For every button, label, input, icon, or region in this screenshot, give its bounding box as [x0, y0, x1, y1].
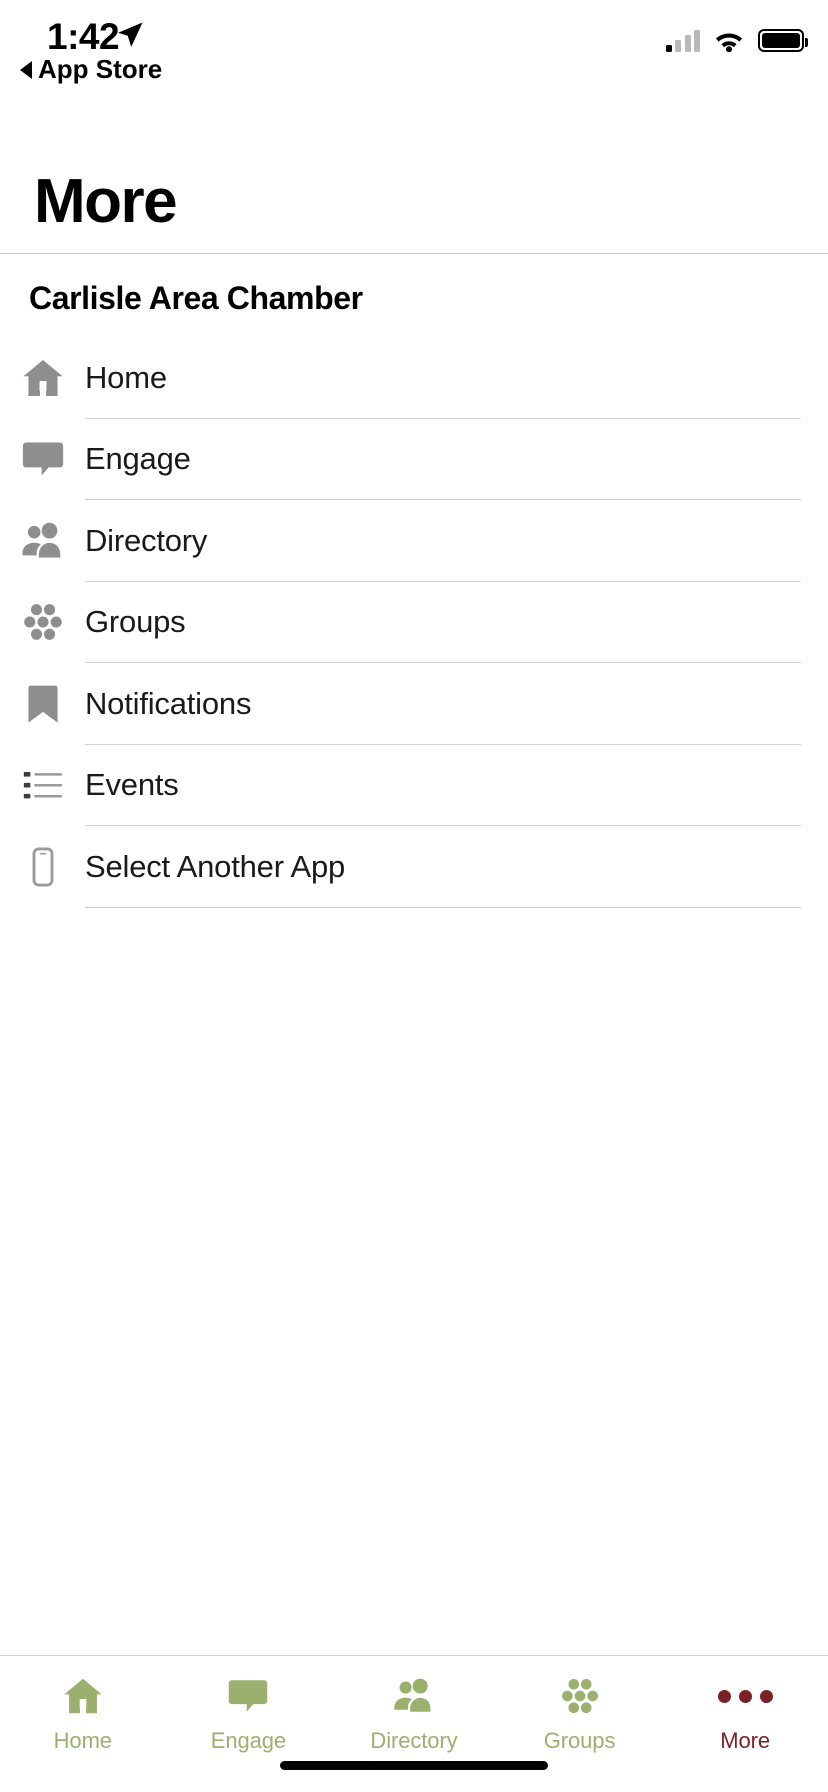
tab-directory[interactable]: Directory [331, 1656, 497, 1754]
status-bar-indicators [665, 28, 808, 53]
menu-item-home-body: Home [85, 337, 828, 419]
tab-label: Engage [210, 1728, 287, 1753]
bookmark-icon [0, 681, 85, 727]
menu-item-select-another-app-body: Select Another App [85, 826, 828, 908]
menu-item-label: Engage [85, 441, 191, 477]
speech-bubble-icon [226, 1672, 270, 1720]
menu-item-groups-body: Groups [85, 582, 828, 664]
menu-item-directory[interactable]: Directory [0, 500, 828, 582]
menu-item-events[interactable]: Events [0, 745, 828, 827]
tab-home[interactable]: Home [0, 1656, 166, 1754]
menu-item-select-another-app[interactable]: Select Another App [0, 826, 828, 908]
back-to-app-store-button[interactable]: App Store [20, 54, 162, 85]
tab-more[interactable]: More [662, 1656, 828, 1754]
tab-label: More [720, 1728, 771, 1753]
tab-groups[interactable]: Groups [497, 1656, 663, 1754]
menu-item-notifications-body: Notifications [85, 663, 828, 745]
tab-label: Home [53, 1728, 112, 1753]
menu-item-engage[interactable]: Engage [0, 419, 828, 501]
ellipsis-icon [717, 1672, 773, 1720]
menu-item-label: Events [85, 767, 179, 803]
section-title: Carlisle Area Chamber [29, 280, 363, 316]
location-arrow-icon [118, 22, 143, 47]
back-label: App Store [38, 54, 163, 84]
menu-item-home[interactable]: Home [0, 337, 828, 419]
menu-item-notifications[interactable]: Notifications [0, 663, 828, 745]
menu-item-events-body: Events [85, 745, 828, 827]
home-icon [0, 355, 85, 401]
speech-bubble-icon [0, 436, 85, 482]
dot-cluster-icon [558, 1672, 602, 1720]
page-title: More [34, 167, 178, 236]
status-bar-time: 1:42 [47, 16, 120, 57]
menu-item-label: Notifications [85, 685, 252, 721]
more-menu-list: Home Engage Directory Groups Notificatio… [0, 337, 828, 908]
home-indicator[interactable] [280, 1761, 548, 1770]
header-divider [0, 253, 828, 254]
people-icon [390, 1672, 438, 1720]
menu-item-engage-body: Engage [85, 419, 828, 501]
people-icon [0, 518, 85, 564]
phone-icon [0, 844, 85, 890]
menu-item-label: Home [85, 359, 167, 395]
app-screen: 1:42 App Store More Carlisle Area Chambe… [0, 0, 828, 1792]
list-icon [0, 762, 85, 808]
menu-item-label: Select Another App [85, 848, 346, 884]
tab-engage[interactable]: Engage [166, 1656, 332, 1754]
tab-label: Groups [543, 1728, 616, 1753]
menu-item-label: Directory [85, 522, 208, 558]
status-bar: 1:42 App Store [0, 0, 828, 110]
tab-bar: Home Engage Directory Groups More [0, 1656, 828, 1792]
back-triangle-icon [20, 60, 32, 79]
menu-item-groups[interactable]: Groups [0, 582, 828, 664]
wifi-icon [716, 33, 742, 53]
dot-cluster-icon [0, 599, 85, 645]
menu-item-directory-body: Directory [85, 500, 828, 582]
home-icon [61, 1672, 105, 1720]
tab-label: Directory [370, 1728, 458, 1753]
battery-icon [758, 29, 808, 52]
cellular-signal-icon [665, 29, 700, 52]
menu-item-label: Groups [85, 604, 186, 640]
